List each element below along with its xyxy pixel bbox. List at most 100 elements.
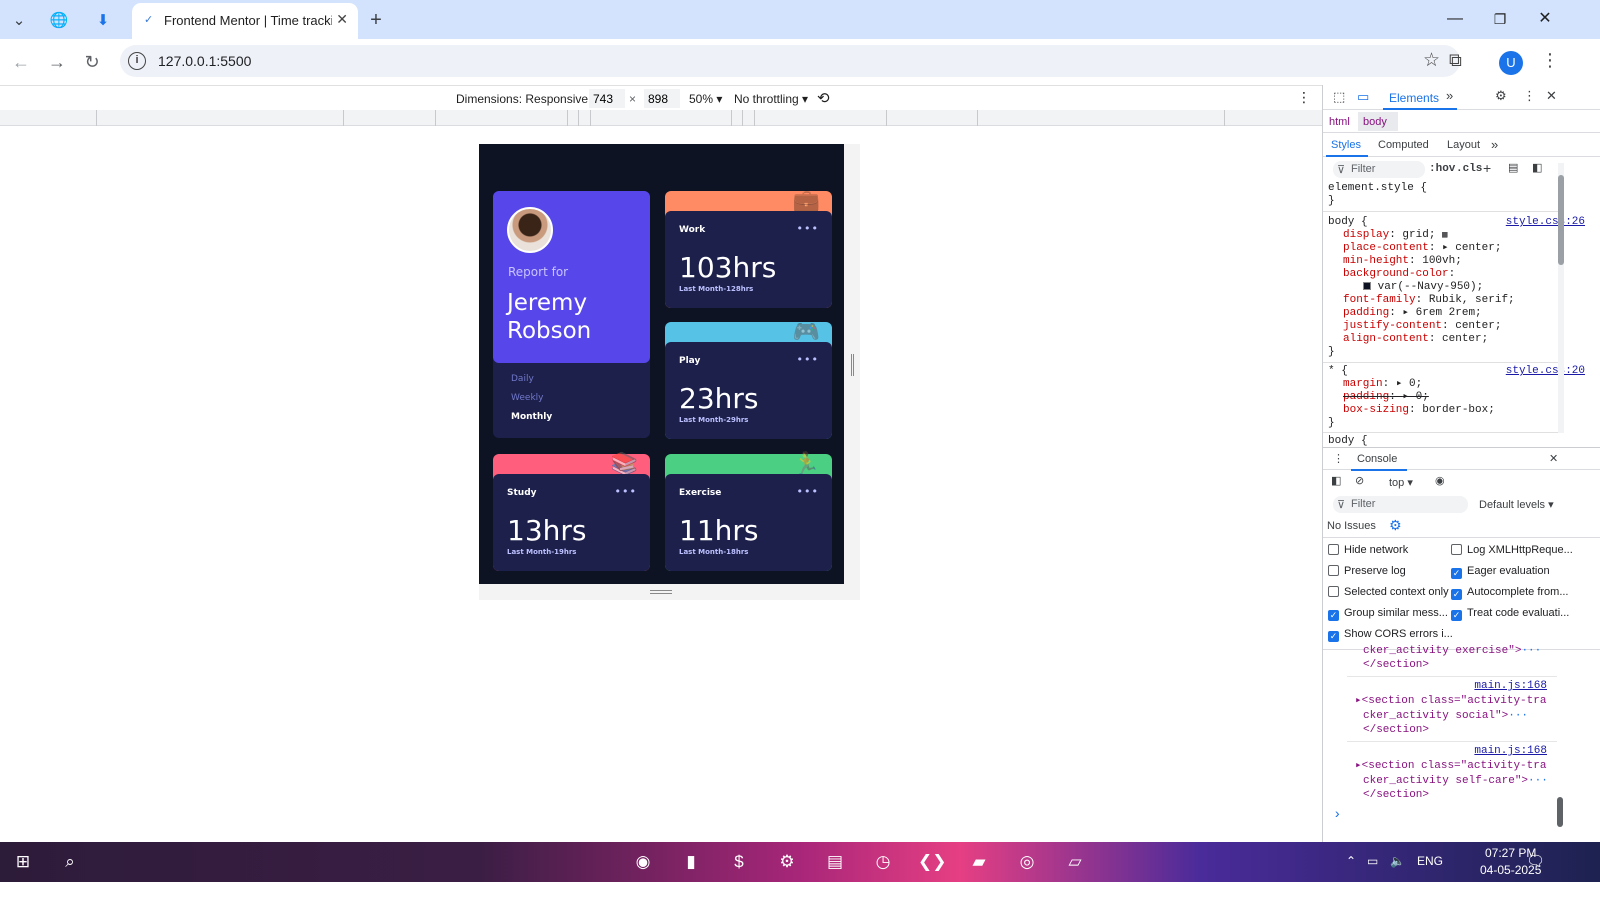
address-bar[interactable]: i 127.0.0.1:5500 ☆ [120, 45, 1460, 77]
log-line[interactable]: </section> [1363, 724, 1429, 737]
css-prop-line[interactable]: margin: ▸ 0; [1343, 378, 1422, 391]
edge-icon[interactable]: ◉ [630, 850, 656, 874]
breadcrumb-body[interactable]: body [1363, 116, 1387, 128]
file-explorer-icon[interactable]: ▰ [966, 850, 992, 874]
notifications-icon[interactable]: 🗨 [1526, 852, 1545, 870]
console-scrollbar[interactable] [1557, 647, 1565, 837]
css-prop-line[interactable]: place-content: ▸ center; [1343, 242, 1501, 255]
subtab-styles[interactable]: Styles [1331, 139, 1361, 151]
log-source-link[interactable]: main.js:168 [1474, 680, 1547, 692]
forward-icon[interactable]: → [42, 47, 72, 77]
timeframe-daily[interactable]: Daily [511, 374, 534, 384]
subtab-layout[interactable]: Layout [1447, 139, 1480, 151]
log-line[interactable]: cker_activity self-care">··· [1363, 775, 1548, 788]
close-window-icon[interactable]: ✕ [1527, 6, 1563, 32]
url-text[interactable]: 127.0.0.1:5500 [158, 53, 251, 69]
css-prop-line[interactable]: display: grid; ▦ [1343, 229, 1447, 242]
levels-select[interactable]: Default levels ▾ [1479, 498, 1554, 511]
active-tab[interactable]: ✓ Frontend Mentor | Time tracking ✕ [132, 3, 358, 39]
pinned-tab-download-icon[interactable]: ⬇ [89, 6, 117, 34]
subtab-computed[interactable]: Computed [1378, 139, 1429, 151]
console-settings-gear-icon[interactable]: ⚙ [1389, 517, 1402, 534]
more-tabs-icon[interactable]: » [1446, 88, 1453, 103]
css-prop-line[interactable]: min-height: 100vh; [1343, 255, 1462, 268]
dimensions-select[interactable]: Dimensions: Responsive ▾ [456, 92, 597, 106]
console-option-checkbox[interactable]: ✓ Treat code evaluati... [1451, 607, 1569, 621]
console-option-checkbox[interactable]: Selected context only [1328, 586, 1449, 598]
console-option-checkbox[interactable]: Preserve log [1328, 565, 1406, 577]
clock-app-icon[interactable]: ◷ [870, 850, 896, 874]
devtools-menu-icon[interactable]: ⋮ [1523, 88, 1536, 104]
zoom-select[interactable]: 50% ▾ [689, 92, 722, 106]
log-line[interactable]: </section> [1363, 659, 1429, 672]
log-line[interactable]: ▸<section class="activity-tra [1355, 695, 1546, 708]
resize-handle-right[interactable] [851, 354, 854, 376]
settings-gear-icon[interactable]: ⚙ [1495, 88, 1507, 104]
color-swatch[interactable] [1363, 282, 1371, 290]
css-prop-line[interactable]: font-family: Rubik, serif; [1343, 294, 1515, 307]
network-icon[interactable]: ▭ [1367, 854, 1378, 868]
checkbox-icon[interactable]: ✓ [1451, 610, 1462, 621]
console-option-checkbox[interactable]: Log XMLHttpReque... [1451, 544, 1573, 556]
log-line[interactable]: </section> [1363, 789, 1429, 802]
checkbox-icon[interactable] [1451, 544, 1462, 555]
clear-console-icon[interactable]: ⊘ [1355, 474, 1364, 487]
device-mode-icon[interactable]: ▭ [1357, 89, 1369, 105]
tradingview-icon[interactable]: ▮ [678, 850, 704, 874]
checkbox-icon[interactable]: ✓ [1451, 568, 1462, 579]
log-line[interactable]: cker_activity exercise">··· [1363, 645, 1541, 658]
log-line[interactable]: cker_activity social">··· [1363, 710, 1528, 723]
css-prop-line[interactable]: justify-content: center; [1343, 320, 1501, 333]
close-drawer-icon[interactable]: ✕ [1549, 452, 1558, 465]
star-selector[interactable]: * { [1328, 365, 1348, 378]
tray-chevron-icon[interactable]: ⌃ [1346, 854, 1356, 868]
console-scroll-thumb[interactable] [1557, 797, 1563, 827]
viewport-height-input[interactable] [644, 89, 680, 108]
console-tab[interactable]: Console [1357, 453, 1397, 465]
context-select[interactable]: top ▾ [1389, 476, 1413, 489]
taskbar-search-icon[interactable]: ⌕ [57, 850, 83, 874]
console-option-checkbox[interactable]: ✓ Autocomplete from... [1451, 586, 1569, 600]
sidebar-toggle-icon[interactable]: ◧ [1532, 161, 1542, 174]
pinned-tab-globe-icon[interactable]: 🌐 [45, 6, 73, 34]
timeframe-weekly[interactable]: Weekly [511, 393, 543, 403]
css-prop-line-overridden[interactable]: padding: ▸ 0; [1343, 391, 1429, 404]
checkbox-icon[interactable]: ✓ [1328, 631, 1339, 642]
restore-icon[interactable]: ❐ [1482, 6, 1518, 32]
site-info-icon[interactable]: i [128, 52, 146, 70]
reload-icon[interactable]: ↻ [77, 47, 107, 77]
body-selector[interactable]: body { [1328, 216, 1368, 229]
media-query-ruler[interactable] [0, 110, 1322, 126]
close-devtools-icon[interactable]: ✕ [1546, 88, 1557, 104]
console-option-checkbox[interactable]: ✓ Group similar mess... [1328, 607, 1448, 621]
bookmark-star-icon[interactable]: ☆ [1423, 49, 1440, 72]
notepad-icon[interactable]: ▱ [1062, 850, 1088, 874]
ellipsis-icon[interactable]: ••• [797, 485, 819, 498]
checkbox-icon[interactable]: ✓ [1328, 610, 1339, 621]
tab-search-icon[interactable]: ⌄ [5, 6, 33, 34]
tab-close-icon[interactable]: ✕ [336, 11, 348, 28]
ellipsis-icon[interactable]: ••• [797, 353, 819, 366]
minimize-icon[interactable]: — [1437, 6, 1473, 32]
resize-handle-bottom[interactable] [650, 590, 672, 594]
live-expression-eye-icon[interactable]: ◉ [1435, 474, 1445, 487]
breadcrumb-html[interactable]: html [1329, 116, 1350, 128]
css-prop-line[interactable]: padding: ▸ 6rem 2rem; [1343, 307, 1482, 320]
vscode-icon[interactable]: ❮❯ [918, 850, 947, 874]
ellipsis-icon[interactable]: ••• [615, 485, 637, 498]
files-app-icon[interactable]: ▤ [822, 850, 848, 874]
star-source-link[interactable]: style.css:20 [1506, 365, 1585, 377]
more-subtabs-icon[interactable]: » [1491, 137, 1498, 152]
css-prop-line[interactable]: var(--Navy-950); [1363, 281, 1483, 294]
cls-toggle[interactable]: .cls [1456, 163, 1482, 175]
body-source-link[interactable]: style.css:26 [1506, 216, 1585, 228]
profile-avatar[interactable]: U [1499, 51, 1523, 75]
settings-icon[interactable]: ⚙ [774, 850, 800, 874]
styles-scrollbar[interactable] [1558, 163, 1564, 433]
extensions-icon[interactable]: ⧉ [1449, 50, 1462, 71]
ellipsis-icon[interactable]: ••• [797, 222, 819, 235]
grid-editor-icon[interactable]: ▦ [1442, 230, 1447, 240]
new-rule-icon[interactable]: + [1483, 160, 1491, 176]
checkbox-icon[interactable]: ✓ [1451, 589, 1462, 600]
rotate-icon[interactable]: ⟲ [817, 89, 830, 107]
